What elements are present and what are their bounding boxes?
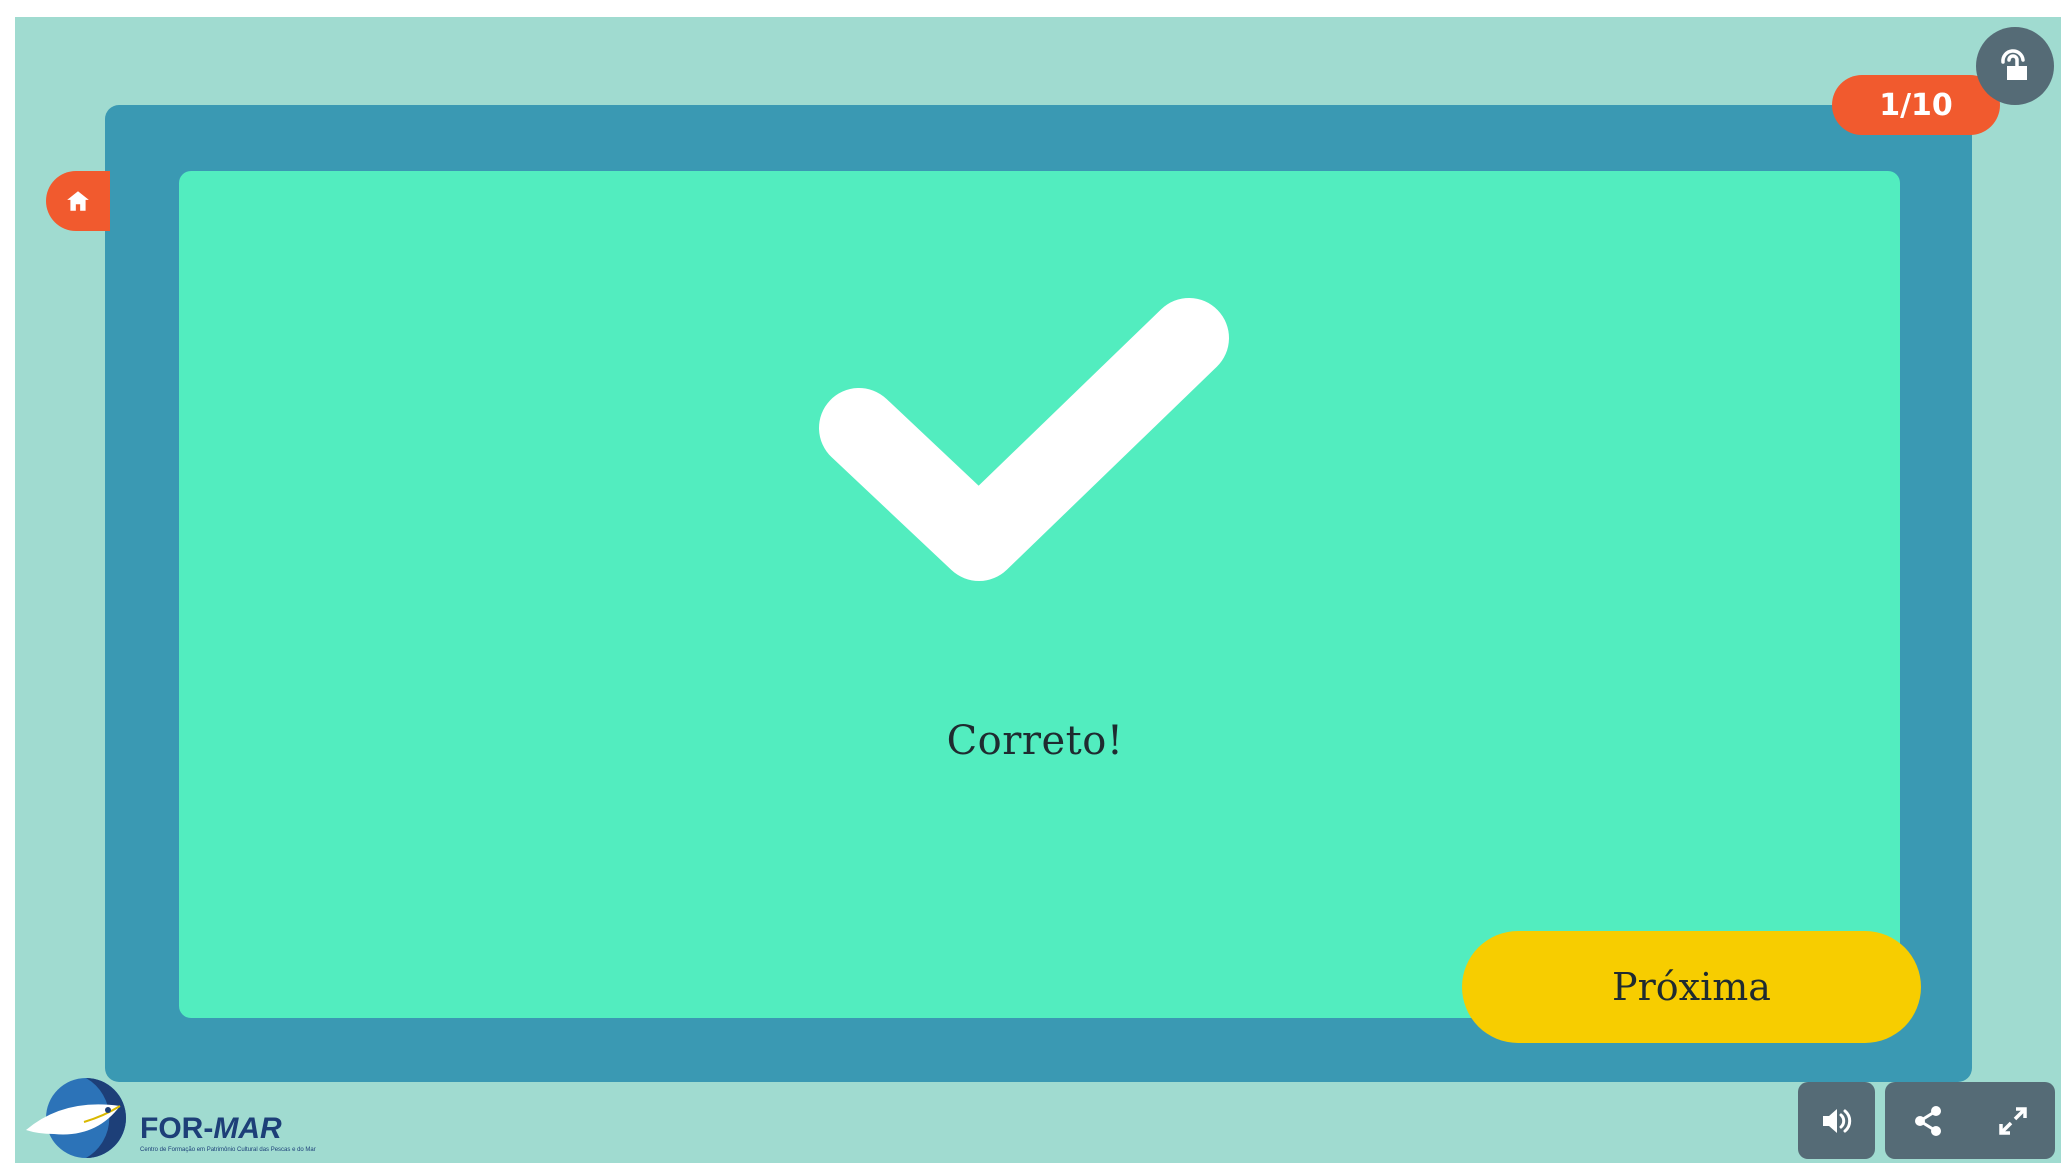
share-button[interactable]: [1885, 1082, 1970, 1159]
share-icon: [1914, 1105, 1941, 1136]
fish-logo-icon: [26, 1078, 126, 1158]
fullscreen-button[interactable]: [1970, 1082, 2055, 1159]
touch-lock-button[interactable]: [1976, 27, 2054, 105]
for-mar-logo: FOR-MAR Centro de Formação em Patrimônio…: [24, 1076, 316, 1162]
home-icon: [67, 191, 89, 211]
feedback-text: Correto!: [946, 718, 1124, 764]
expand-icon: [1998, 1106, 2027, 1135]
touch-lock-icon: [2001, 49, 2027, 80]
question-counter: 1/10: [1832, 75, 2000, 135]
speaker-icon: [1822, 1108, 1851, 1133]
home-button[interactable]: [46, 171, 110, 231]
logo-name: FOR-MAR: [140, 1112, 282, 1145]
question-counter-text: 1/10: [1879, 87, 1953, 123]
logo-subtitle: Centro de Formação em Patrimônio Cultura…: [140, 1147, 316, 1153]
next-button[interactable]: Próxima: [1462, 931, 1921, 1043]
share-fullscreen-group: [1885, 1082, 2055, 1159]
checkmark-icon: [819, 298, 1229, 581]
next-button-label: Próxima: [1612, 965, 1771, 1009]
sound-button[interactable]: [1798, 1082, 1875, 1159]
